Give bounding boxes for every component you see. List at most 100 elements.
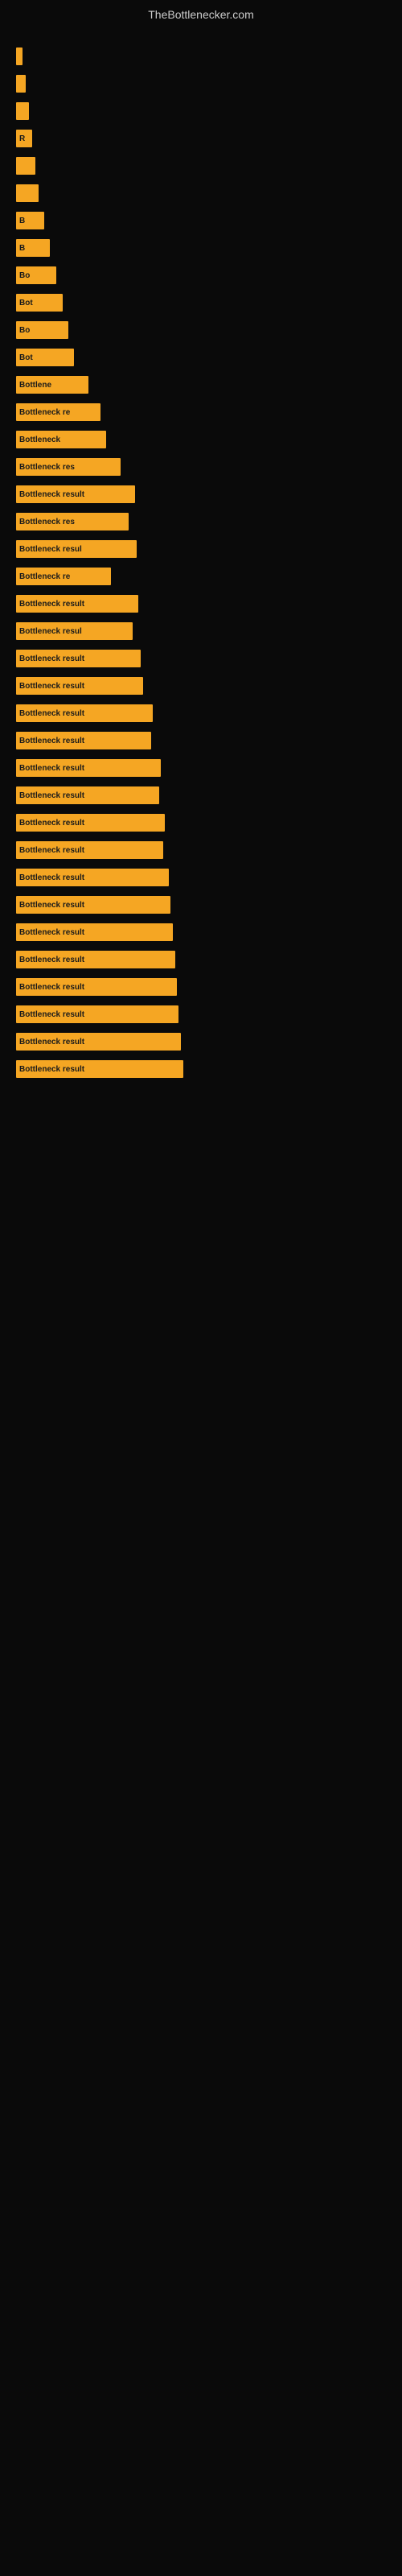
bar: Bottleneck result <box>16 978 177 996</box>
bar-label: Bottleneck res <box>19 518 75 526</box>
bar-label: Bo <box>19 326 30 335</box>
bar-label: Bottleneck result <box>19 737 84 745</box>
bar-row: Bottleneck re <box>16 401 386 423</box>
bar: Bottleneck result <box>16 1033 181 1051</box>
bar-label: Bottleneck re <box>19 408 70 417</box>
bar: Bot <box>16 349 74 366</box>
bar-label: Bo <box>19 271 30 280</box>
bar-row <box>16 100 386 122</box>
bar: Bottleneck result <box>16 869 169 886</box>
bar-row: Bo <box>16 264 386 287</box>
bar-row: Bottleneck result <box>16 811 386 834</box>
bar-label: Bottleneck resul <box>19 545 82 554</box>
bar-label: Bottleneck result <box>19 791 84 800</box>
header: TheBottlenecker.com <box>0 0 402 37</box>
bar: Bottleneck res <box>16 513 129 530</box>
bar-row: Bottleneck result <box>16 894 386 916</box>
bar: Bo <box>16 321 68 339</box>
bar <box>16 102 29 120</box>
bar-label: Bot <box>19 299 33 308</box>
bar-row: Bottleneck result <box>16 1003 386 1026</box>
bar: Bottlene <box>16 376 88 394</box>
bar: Bottleneck result <box>16 923 173 941</box>
bar-row: Bottleneck resul <box>16 620 386 642</box>
bar <box>16 184 39 202</box>
bar-label: Bottleneck result <box>19 846 84 855</box>
bar-label: B <box>19 217 25 225</box>
bar-row: Bottleneck result <box>16 729 386 752</box>
bar: Bottleneck result <box>16 841 163 859</box>
bar <box>16 75 26 93</box>
bar: Bottleneck resul <box>16 622 133 640</box>
bar-row: Bottleneck result <box>16 784 386 807</box>
bar-row: Bottleneck result <box>16 647 386 670</box>
bar-row <box>16 155 386 177</box>
bar-label: Bot <box>19 353 33 362</box>
bar-label: Bottleneck result <box>19 709 84 718</box>
site-title: TheBottlenecker.com <box>0 0 402 37</box>
bar-row: Bottleneck result <box>16 839 386 861</box>
bar-row: Bottleneck re <box>16 565 386 588</box>
bar-label: Bottleneck result <box>19 956 84 964</box>
bar-row: Bottleneck result <box>16 866 386 889</box>
bar: Bo <box>16 266 56 284</box>
bar-row: B <box>16 209 386 232</box>
bar: Bottleneck result <box>16 759 161 777</box>
bar-row: Bottleneck result <box>16 757 386 779</box>
bar-label: Bottleneck result <box>19 1038 84 1046</box>
bar-label: Bottleneck <box>19 436 60 444</box>
bar: Bottleneck result <box>16 732 151 749</box>
bar: Bottleneck result <box>16 595 138 613</box>
bar-row: Bottlene <box>16 374 386 396</box>
bar-label: Bottleneck result <box>19 600 84 609</box>
bar-label: Bottleneck result <box>19 1010 84 1019</box>
bar-row: Bottleneck result <box>16 976 386 998</box>
bar-row <box>16 182 386 204</box>
bar: Bottleneck resul <box>16 540 137 558</box>
bar-row: Bottleneck <box>16 428 386 451</box>
bar: B <box>16 212 44 229</box>
bar-label: Bottleneck result <box>19 490 84 499</box>
bar-label: Bottleneck result <box>19 819 84 828</box>
bar-row: Bot <box>16 346 386 369</box>
bar-row: Bottleneck result <box>16 1058 386 1080</box>
bar-row: R <box>16 127 386 150</box>
bar: Bottleneck result <box>16 951 175 968</box>
bar-label: Bottleneck resul <box>19 627 82 636</box>
bar-label: Bottleneck result <box>19 901 84 910</box>
bar-row: Bot <box>16 291 386 314</box>
bar-row: Bottleneck result <box>16 702 386 724</box>
bar-row: Bottleneck result <box>16 483 386 506</box>
bar-row: B <box>16 237 386 259</box>
bar-row: Bottleneck result <box>16 948 386 971</box>
bar-row: Bottleneck result <box>16 921 386 943</box>
bar-label: B <box>19 244 25 253</box>
bar: B <box>16 239 50 257</box>
bar-row: Bottleneck resul <box>16 538 386 560</box>
bar: Bottleneck <box>16 431 106 448</box>
bar-label: Bottlene <box>19 381 51 390</box>
bar-row <box>16 45 386 68</box>
bar-row: Bottleneck res <box>16 510 386 533</box>
bar-label: Bottleneck result <box>19 682 84 691</box>
bar-label: Bottleneck result <box>19 654 84 663</box>
bar: Bottleneck result <box>16 485 135 503</box>
bar-label: Bottleneck result <box>19 764 84 773</box>
bar: Bottleneck re <box>16 568 111 585</box>
bar-row: Bottleneck res <box>16 456 386 478</box>
bar <box>16 157 35 175</box>
bar: Bottleneck result <box>16 1005 178 1023</box>
bar-row: Bottleneck result <box>16 1030 386 1053</box>
bar-label: Bottleneck result <box>19 983 84 992</box>
bar-row <box>16 72 386 95</box>
bar-label: R <box>19 134 25 143</box>
bars-container: R B B Bo Bot Bo Bot Bottlene Bottleneck re Bottle… <box>0 37 402 1093</box>
bar: Bottleneck result <box>16 1060 183 1078</box>
bar: Bottleneck result <box>16 786 159 804</box>
bar <box>16 47 23 65</box>
bar-label: Bottleneck re <box>19 572 70 581</box>
bar: Bottleneck result <box>16 704 153 722</box>
bar: Bottleneck res <box>16 458 121 476</box>
bar-row: Bo <box>16 319 386 341</box>
bar: Bottleneck result <box>16 814 165 832</box>
